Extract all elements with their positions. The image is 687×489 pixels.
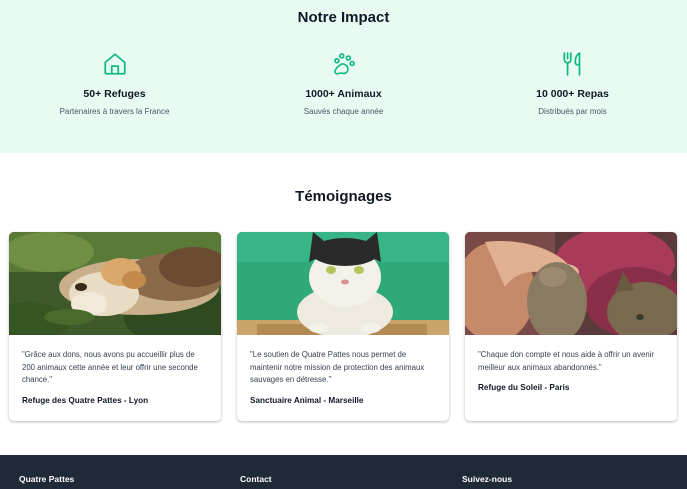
testimonial-quote: "Chaque don compte et nous aide à offrir… <box>478 350 655 372</box>
stat-description: Partenaires à travers la France <box>59 107 170 116</box>
testimonial-author: Refuge des Quatre Pattes - Lyon <box>22 395 149 405</box>
testimonials-title: Témoignages <box>295 188 392 205</box>
impact-title: Notre Impact <box>297 9 390 26</box>
footer-heading-brand: Quatre Pattes <box>19 474 75 484</box>
testimonial-card: "Le soutien de Quatre Pattes nous permet… <box>237 232 449 421</box>
testimonial-card: "Grâce aux dons, nous avons pu accueilli… <box>9 232 221 421</box>
stat-description: Sauvés chaque année <box>303 107 384 116</box>
paw-icon <box>331 50 357 78</box>
cat-dog-photo <box>9 232 221 335</box>
stat-value: 1000+ Animaux <box>305 88 382 100</box>
utensils-icon <box>560 50 586 78</box>
stat-value: 50+ Refuges <box>83 88 146 100</box>
cat-photo <box>237 232 449 335</box>
impact-section: Notre Impact 50+ Refuges Partenaires à t… <box>0 0 687 153</box>
footer-heading-social: Suivez-nous <box>462 474 513 484</box>
testimonial-card: "Chaque don compte et nous aide à offrir… <box>465 232 677 421</box>
testimonial-author: Refuge du Soleil - Paris <box>478 383 570 393</box>
home-icon <box>102 50 128 78</box>
stat-description: Distribués par mois <box>538 107 607 116</box>
stat-refuges: 50+ Refuges Partenaires à travers la Fra… <box>0 50 229 116</box>
testimonial-quote: "Le soutien de Quatre Pattes nous permet… <box>250 350 425 385</box>
stat-repas: 10 000+ Repas Distribués par mois <box>458 50 687 116</box>
footer-heading-contact: Contact <box>240 474 272 484</box>
hand-paw-photo <box>465 232 677 335</box>
stat-animaux: 1000+ Animaux Sauvés chaque année <box>229 50 458 116</box>
stat-value: 10 000+ Repas <box>536 88 609 100</box>
testimonial-author: Sanctuaire Animal - Marseille <box>250 395 364 405</box>
footer: Quatre Pattes Contact Suivez-nous <box>0 455 687 489</box>
testimonial-quote: "Grâce aux dons, nous avons pu accueilli… <box>22 350 198 385</box>
